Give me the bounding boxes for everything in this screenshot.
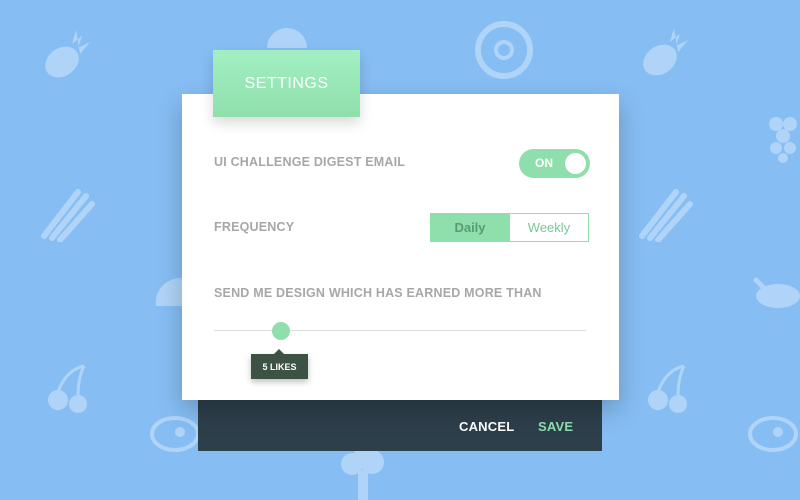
toggle-state-label: ON [535, 156, 553, 170]
digest-email-toggle[interactable]: ON [519, 149, 590, 178]
cherries-icon [44, 362, 94, 414]
likes-value-tooltip: 5 LIKES [251, 349, 308, 379]
dialog-title: SETTINGS [244, 74, 329, 92]
likes-slider-track[interactable] [214, 330, 586, 331]
frequency-label: FREQUENCY [214, 220, 295, 234]
turkey-icon [752, 270, 800, 310]
pineapple-icon [38, 26, 98, 86]
settings-card [182, 94, 619, 400]
turkey-icon [152, 270, 182, 310]
steak-icon [150, 414, 200, 454]
threshold-label: SEND ME DESIGN WHICH HAS EARNED MORE THA… [214, 286, 542, 300]
cherries-icon [644, 362, 694, 414]
pineapple-icon [636, 24, 696, 84]
toggle-knob [565, 153, 586, 174]
frequency-option-weekly[interactable]: Weekly [509, 213, 589, 242]
asparagus-icon [38, 182, 98, 242]
likes-value-text: 5 LIKES [262, 361, 297, 372]
cancel-button[interactable]: CANCEL [459, 419, 514, 434]
likes-slider-handle[interactable] [272, 322, 290, 340]
frequency-option-daily[interactable]: Daily [430, 213, 510, 242]
steak-icon [748, 414, 798, 454]
broccoli-icon [336, 446, 390, 500]
watermelon-icon [265, 24, 309, 50]
grapes-icon [766, 110, 800, 164]
save-button[interactable]: SAVE [538, 419, 573, 434]
donut-icon [474, 20, 534, 80]
settings-title-tab: SETTINGS [213, 50, 360, 117]
asparagus-icon [636, 182, 696, 242]
digest-email-label: UI CHALLENGE DIGEST EMAIL [214, 155, 406, 169]
